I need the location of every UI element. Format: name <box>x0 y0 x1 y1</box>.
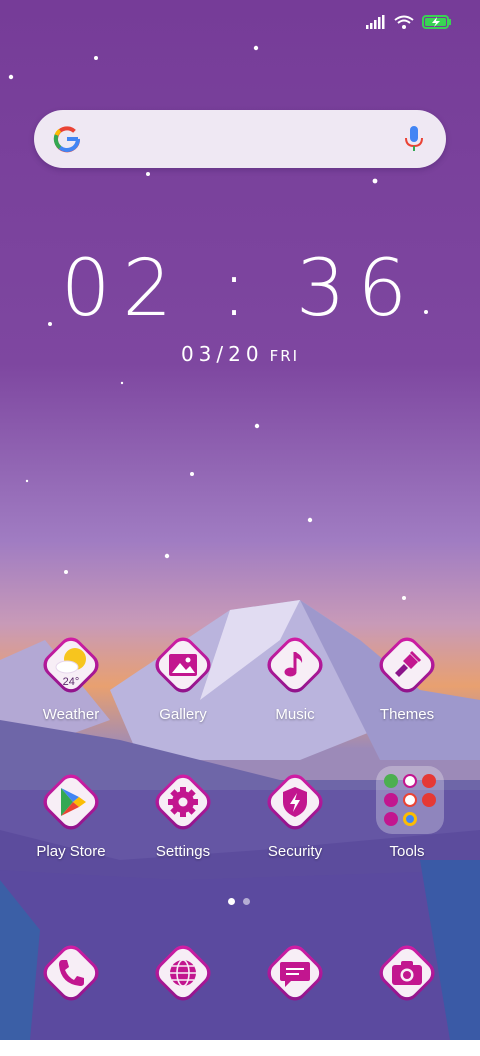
dock-browser[interactable] <box>124 938 236 1056</box>
browser-globe-icon <box>170 959 196 987</box>
phone-icon <box>59 960 84 986</box>
google-g-icon <box>53 126 81 153</box>
folder-icon <box>376 766 444 834</box>
app-weather[interactable]: 24° Weather <box>12 630 124 748</box>
paintbrush-icon <box>395 650 422 677</box>
status-bar <box>366 12 452 32</box>
google-search-bar[interactable] <box>34 110 446 168</box>
app-play-store[interactable]: Play Store <box>12 767 124 885</box>
folder-tools[interactable]: Tools <box>348 766 460 885</box>
gallery-icon <box>169 654 197 676</box>
app-label: Themes <box>379 706 435 723</box>
mic-icon[interactable] <box>402 124 426 154</box>
weekday-text: FRI <box>269 347 300 365</box>
clock-time[interactable]: 02 : 36 <box>0 244 480 334</box>
app-music[interactable]: Music <box>236 630 348 748</box>
messages-icon <box>280 962 310 987</box>
battery-charging-icon <box>422 15 451 29</box>
page-dot-active[interactable] <box>228 898 235 905</box>
play-store-icon <box>61 788 86 816</box>
clock-date[interactable]: 03/20 FRI <box>0 342 480 366</box>
app-themes[interactable]: Themes <box>348 630 460 748</box>
app-settings[interactable]: Settings <box>124 767 236 885</box>
signal-icon <box>366 15 385 29</box>
page-dot[interactable] <box>243 898 250 905</box>
dock-phone[interactable] <box>12 938 124 1056</box>
page-indicator <box>228 898 250 905</box>
gear-icon <box>168 787 198 817</box>
shield-icon <box>283 787 307 817</box>
app-label: Tools <box>389 843 425 860</box>
app-security[interactable]: Security <box>236 767 348 885</box>
app-gallery[interactable]: Gallery <box>124 630 236 748</box>
dock-messages[interactable] <box>236 938 348 1056</box>
music-note-icon <box>284 652 303 677</box>
dock-camera[interactable] <box>348 938 460 1056</box>
camera-icon <box>392 961 422 985</box>
wifi-icon <box>394 15 414 29</box>
weather-temp: 24° <box>62 676 80 688</box>
date-text: 03/20 <box>180 342 264 366</box>
